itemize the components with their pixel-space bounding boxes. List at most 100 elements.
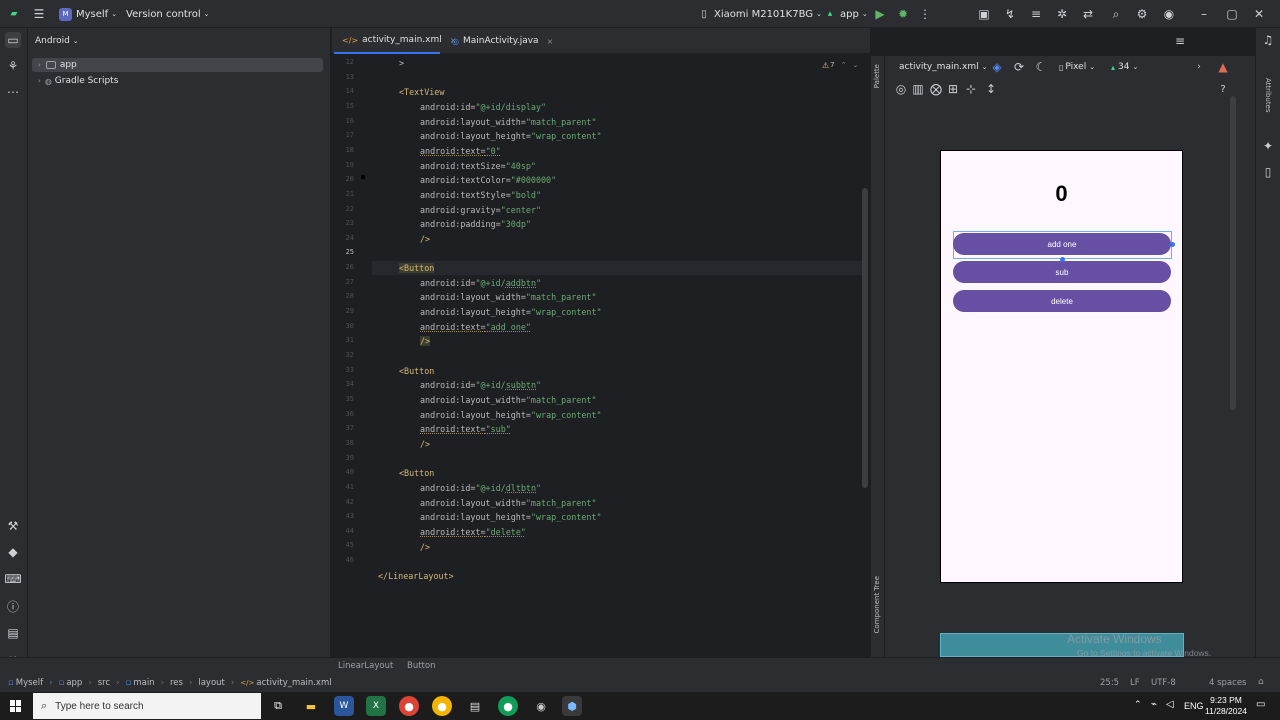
taskbar-search-box[interactable]: ⌕ Type here to search	[33, 693, 261, 719]
tree-item-gradle-scripts[interactable]: › ◍ Gradle Scripts	[32, 74, 323, 88]
close-icon[interactable]: ✕	[1251, 6, 1267, 22]
run-config-selector[interactable]: ▴ app ⌄	[822, 6, 868, 22]
resource-manager-icon[interactable]: ⚘	[5, 58, 21, 74]
network-icon[interactable]: ⌁	[1151, 699, 1157, 710]
help-icon[interactable]: ?	[1215, 81, 1231, 97]
nav-path-item[interactable]: Myself	[16, 678, 43, 688]
editor-scrollbar[interactable]	[862, 188, 868, 488]
nav-path-item[interactable]: app	[66, 678, 82, 688]
gear-icon[interactable]: ⚙	[1134, 6, 1150, 22]
eye-icon[interactable]: ◎	[893, 81, 909, 97]
chevron-up-icon[interactable]: ⌃	[1134, 700, 1142, 710]
account-icon[interactable]: ◉	[1161, 6, 1177, 22]
nav-path-item[interactable]: res	[170, 678, 183, 688]
project-view-selector[interactable]: Android ⌄	[35, 34, 79, 48]
blueprint-icon[interactable]: ▥	[910, 81, 926, 97]
notifications-icon[interactable]: ♫	[1260, 32, 1276, 48]
design-surface-icon[interactable]: ◈	[989, 59, 1005, 75]
magnet-icon[interactable]: ⨂	[928, 81, 944, 97]
design-scrollbar[interactable]	[1230, 96, 1236, 410]
excel-icon[interactable]: X	[366, 696, 386, 716]
nav-path-item[interactable]: src	[98, 678, 110, 688]
search-icon[interactable]: ⌕	[1108, 6, 1124, 22]
indent-setting[interactable]: 4 spaces	[1209, 678, 1246, 688]
display-textview[interactable]: 0	[941, 181, 1182, 207]
line-separator[interactable]: LF	[1130, 678, 1140, 688]
profiler-icon[interactable]: ⇄	[1080, 6, 1096, 22]
android-studio-taskbar-icon[interactable]: ⬢	[562, 696, 582, 716]
chevron-right-icon[interactable]: ›	[1191, 59, 1207, 75]
sub-button[interactable]: sub	[953, 261, 1171, 283]
task-view-icon[interactable]: ⧉	[268, 696, 288, 716]
night-mode-icon[interactable]: ☾	[1033, 59, 1049, 75]
project-selector[interactable]: M Myself ⌄	[59, 6, 117, 22]
inspection-widget[interactable]: ⚠ 7 ⌃ ⌄	[822, 59, 858, 71]
project-tool-icon[interactable]: ▭	[5, 32, 21, 48]
chrome-profile-icon[interactable]: ●	[432, 696, 452, 716]
windows-start-icon[interactable]	[10, 700, 22, 712]
nav-path-item[interactable]: main	[133, 678, 154, 688]
chevron-up-icon[interactable]: ⌃	[841, 61, 847, 69]
apply-changes-icon[interactable]: ↯	[1002, 6, 1018, 22]
resize-handle[interactable]	[1170, 242, 1175, 247]
nav-path-item[interactable]: layout	[198, 678, 225, 688]
chrome-icon[interactable]: ●	[399, 696, 419, 716]
file-explorer-icon[interactable]: ▬	[301, 696, 321, 716]
chevron-down-icon[interactable]: ⌄	[853, 61, 859, 69]
device-selector[interactable]: ▯ Xiaomi M2101K7BG ⌄	[696, 6, 822, 22]
align-icon[interactable]: ⊹	[963, 81, 979, 97]
file-encoding[interactable]: UTF-8	[1151, 678, 1176, 688]
guidelines-icon[interactable]: ↕	[983, 81, 999, 97]
caret-position[interactable]: 25:5	[1100, 678, 1119, 688]
volume-icon[interactable]: ◁	[1166, 699, 1174, 710]
build-icon[interactable]: ⚒	[5, 518, 21, 534]
app-window-icon[interactable]: ▤	[465, 696, 485, 716]
clock-date[interactable]: 11/28/2024	[1202, 706, 1250, 716]
problems-icon[interactable]: ⓘ	[5, 598, 21, 614]
tree-item-app[interactable]: › app	[32, 58, 323, 72]
device-dropdown[interactable]: ▯ Pixel ⌄	[1059, 60, 1095, 74]
logcat-icon[interactable]: ⌨	[4, 571, 21, 587]
terminal-icon[interactable]: ▤	[5, 625, 21, 641]
main-menu-icon[interactable]: ☰	[31, 6, 47, 22]
breadcrumb-item[interactable]: LinearLayout	[338, 661, 393, 671]
debug-icon[interactable]: ✹	[895, 6, 911, 22]
language-indicator[interactable]: ENG	[1184, 701, 1204, 711]
gemini-icon[interactable]: ✦	[1260, 138, 1276, 154]
chrome-alt-icon[interactable]: ●	[498, 696, 518, 716]
device-manager-icon[interactable]: ▣	[976, 6, 992, 22]
minimize-icon[interactable]: –	[1196, 6, 1212, 22]
clock-time[interactable]: 9:23 PM	[1204, 695, 1248, 705]
delete-button[interactable]: delete	[953, 290, 1171, 312]
run-icon[interactable]: ▶	[872, 6, 888, 22]
maximize-icon[interactable]: ▢	[1224, 6, 1240, 22]
attributes-tab[interactable]: Attributes	[1264, 78, 1272, 113]
bug-icon[interactable]: ✲	[1054, 6, 1070, 22]
margin-icon[interactable]: ⊞	[945, 81, 961, 97]
warning-icon[interactable]: ▲	[1215, 59, 1231, 75]
add-one-button[interactable]: add one	[953, 233, 1171, 255]
word-icon[interactable]: W	[334, 696, 354, 716]
notification-center-icon[interactable]: ▭	[1256, 699, 1265, 710]
phone-preview[interactable]: 0 add one sub delete	[940, 150, 1183, 583]
more-tools-icon[interactable]: ⋯	[5, 84, 21, 100]
resize-handle[interactable]	[1060, 257, 1065, 262]
gem-icon[interactable]: ◆	[5, 544, 21, 560]
device-mirror-icon[interactable]: ▯	[1260, 164, 1276, 180]
file-selector[interactable]: activity_main.xml ⌄	[899, 60, 988, 74]
obs-icon[interactable]: ◉	[531, 696, 551, 716]
component-tree-tab[interactable]: Component Tree	[873, 576, 881, 633]
palette-tab[interactable]: Palette	[873, 64, 881, 88]
breadcrumb-item[interactable]: Button	[407, 661, 435, 671]
orientation-icon[interactable]: ⟳	[1011, 59, 1027, 75]
nav-path-item[interactable]: activity_main.xml	[256, 678, 331, 688]
tab-activity-main-xml[interactable]: </> activity_main.xml ×	[334, 28, 456, 54]
lock-icon[interactable]: ⌂	[1258, 677, 1264, 687]
more-icon[interactable]: ⋮	[917, 6, 933, 22]
tab-mainactivity-java[interactable]: ◎ MainActivity.java ×	[444, 28, 554, 54]
close-icon[interactable]: ×	[547, 37, 554, 46]
sync-icon[interactable]: ≡	[1028, 6, 1044, 22]
api-dropdown[interactable]: ▴ 34 ⌄	[1111, 60, 1138, 74]
hamburger-icon[interactable]: ≡	[1172, 33, 1188, 49]
vcs-menu[interactable]: Version control ⌄	[126, 6, 210, 22]
